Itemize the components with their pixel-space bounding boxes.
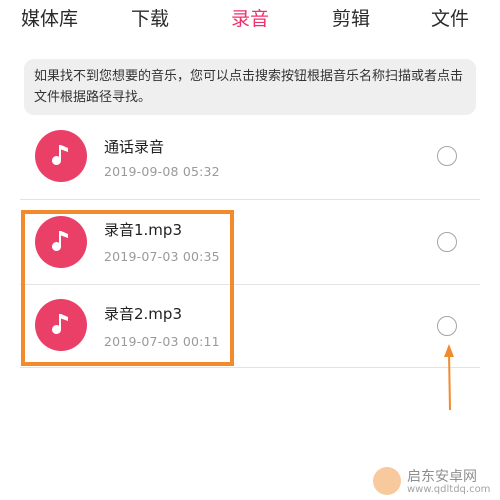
annotation-arrow xyxy=(444,344,454,411)
watermark-url: www.qdltdq.com xyxy=(407,484,491,495)
watermark: 启东安卓网 www.qdltdq.com xyxy=(373,464,500,500)
watermark-logo-icon xyxy=(373,467,401,495)
watermark-title: 启东安卓网 xyxy=(407,469,477,485)
